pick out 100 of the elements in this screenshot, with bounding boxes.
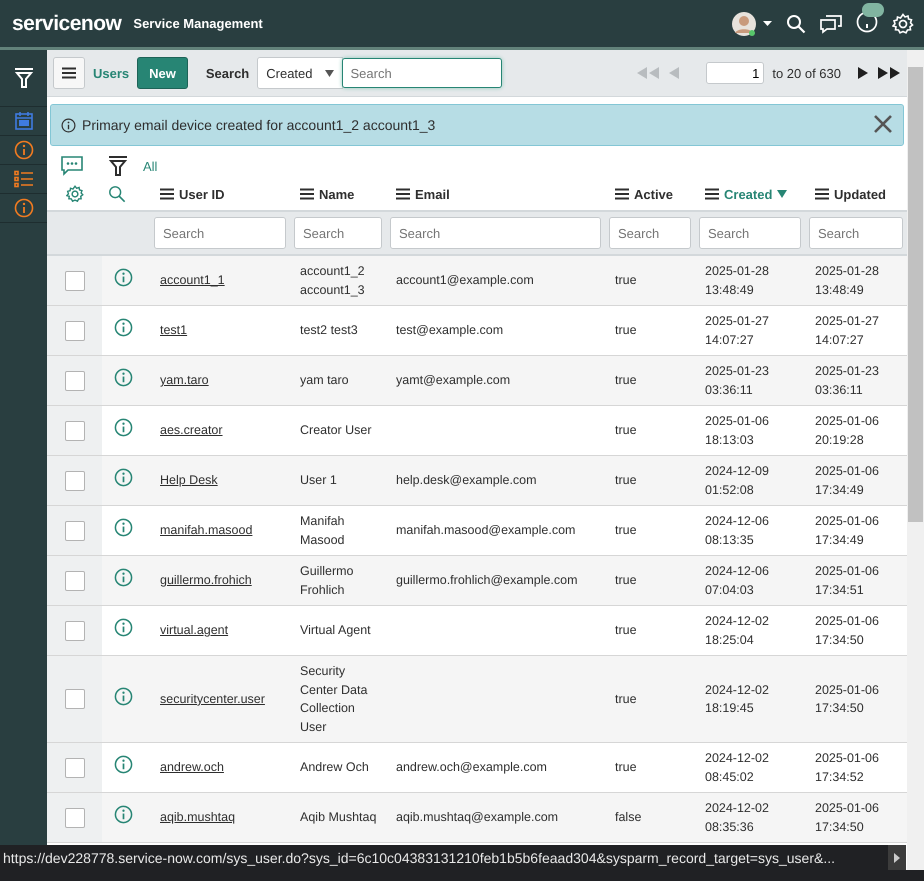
table-cell: Manifah Masood [300,514,344,546]
info-icon[interactable] [114,318,133,338]
column-filter-field[interactable]: Search [609,217,691,249]
user-id-link[interactable]: yam.taro [160,373,209,388]
menu-icon[interactable] [615,188,629,200]
menu-button[interactable] [53,57,85,89]
table-cell: 2025-01-23 03:36:11 [815,364,879,396]
row-checkbox[interactable] [64,520,84,540]
search-label: Search [206,66,250,80]
table-cell: 2025-01-28 13:48:49 [705,264,769,296]
search-icon[interactable] [786,14,806,34]
menu-icon[interactable] [705,188,719,200]
column-header[interactable]: Active [634,186,674,202]
sort-descending-icon[interactable] [777,190,788,198]
table-cell: help.desk@example.com [396,473,537,488]
user-id-link[interactable]: account1_1 [160,273,225,288]
table-cell: 2025-01-28 13:48:49 [815,264,879,296]
table-cell: true [615,523,637,538]
status-url: https://dev228778.service-now.com/sys_user.do?sys_id=6c10c04383131210feb1b5b6feaad304&sysparm_record_target=sys_user&... [3,850,836,866]
table-cell: test2 test3 [300,323,358,338]
column-filter-field[interactable]: Search [154,217,286,249]
info-icon[interactable] [114,805,133,824]
row-checkbox[interactable] [64,620,84,640]
menu-icon[interactable] [815,188,829,200]
row-checkbox[interactable] [64,470,84,490]
user-id-link[interactable]: securitycenter.user [160,692,265,706]
scrollbar-thumb[interactable] [908,67,923,522]
expand-arrow-icon[interactable] [894,852,900,862]
row-checkbox[interactable] [64,570,84,590]
info-icon[interactable] [114,518,133,538]
menu-icon[interactable] [160,188,174,200]
user-id-link[interactable]: andrew.och [160,760,224,774]
new-button[interactable]: New [137,57,188,89]
info-icon[interactable] [114,368,133,388]
list-icon[interactable] [14,170,34,188]
info-icon[interactable] [114,686,133,706]
column-filter-field[interactable]: Search [390,217,601,249]
menu-icon[interactable] [62,67,76,79]
row-checkbox[interactable] [64,808,84,828]
user-id-link[interactable]: test1 [160,323,188,338]
table-cell: 2025-01-06 17:34:49 [815,464,879,496]
table-cell: 2025-01-06 20:19:28 [815,414,879,446]
search-input[interactable]: Search [342,58,502,88]
table-cell: true [615,373,637,388]
filter-icon[interactable] [12,66,34,90]
column-filter-field[interactable]: Search [294,217,382,249]
search-field-select[interactable]: Created [257,57,342,89]
row-checkbox[interactable] [64,370,84,390]
info-icon[interactable] [114,468,133,488]
page-input[interactable]: 1 [706,62,764,84]
table-cell: 2024-12-09 01:52:08 [705,464,769,496]
avatar-icon[interactable] [731,10,757,36]
logo[interactable]: servicenow [12,12,122,36]
column-filter-field[interactable]: Search [809,217,903,249]
user-id-link[interactable]: guillermo.frohich [160,573,252,588]
info-icon[interactable] [14,198,34,218]
user-id-link[interactable]: manifah.masood [160,523,252,538]
user-id-link[interactable]: virtual.agent [160,623,228,638]
info-icon[interactable] [114,618,133,638]
row-checkbox[interactable] [64,270,84,290]
row-checkbox[interactable] [64,420,84,440]
user-id-link[interactable]: aqib.mushtaq [160,810,236,824]
list-title[interactable]: Users [93,66,130,80]
info-icon[interactable] [114,568,133,588]
help-icon[interactable] [856,11,878,33]
column-header[interactable]: Email [415,186,450,202]
table-cell: Andrew Och [300,760,369,774]
column-header[interactable]: Name [319,186,354,202]
row-checkbox[interactable] [64,758,84,778]
menu-icon[interactable] [396,188,410,200]
filter-icon[interactable] [107,154,129,178]
info-icon[interactable] [14,140,34,160]
column-header[interactable]: Created [724,186,772,202]
next-page-icon[interactable] [857,67,869,79]
column-filter-field[interactable]: Search [699,217,801,249]
info-icon[interactable] [114,268,133,288]
caret-icon[interactable] [324,70,334,76]
comment-icon[interactable] [61,156,83,176]
column-header[interactable]: User ID [179,186,225,202]
table-cell: true [615,473,637,488]
last-page-icon[interactable] [877,67,901,79]
info-icon[interactable] [61,118,76,132]
column-header[interactable]: Updated [834,186,886,202]
user-id-link[interactable]: Help Desk [160,473,218,488]
chat-icon[interactable] [820,14,842,34]
user-id-link[interactable]: aes.creator [160,423,223,438]
row-checkbox[interactable] [64,689,84,709]
table-cell: true [615,623,637,638]
info-icon[interactable] [114,418,133,438]
calendar-icon[interactable] [14,111,34,131]
info-icon[interactable] [114,755,133,774]
table-cell: 2025-01-06 17:34:50 [815,801,879,834]
table-cell: true [615,273,637,288]
table-cell: Virtual Agent [300,623,371,638]
breadcrumb-link[interactable]: All [143,158,158,174]
notification-badge[interactable] [862,3,884,17]
caret-icon[interactable] [763,21,772,26]
menu-icon[interactable] [300,188,314,200]
table-cell: test@example.com [396,323,504,338]
row-checkbox[interactable] [64,320,84,340]
